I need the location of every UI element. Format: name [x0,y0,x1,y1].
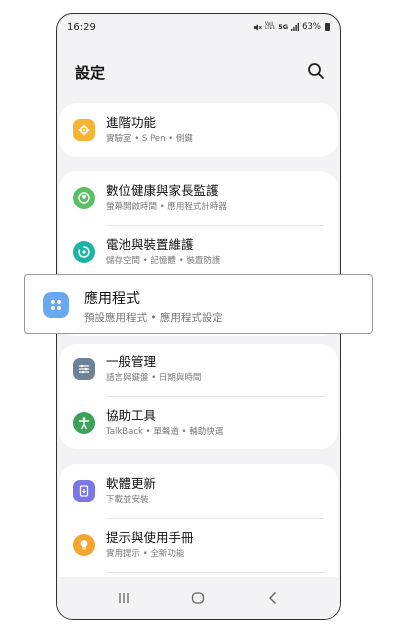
item-title: 提示與使用手冊 [106,530,194,545]
signal-icon [291,23,300,31]
status-bar: 16:29 Vol) LTE1 5G 63% [57,14,340,40]
item-title: 應用程式 [84,291,140,307]
item-subtitle: 實用提示 • 全新功能 [106,549,185,559]
back-icon [268,592,276,604]
lightbulb-icon [73,534,95,556]
settings-item-battery-care[interactable]: 電池與裝置維護 儲存空間 • 記憶體 • 裝置防護 [59,225,338,279]
item-subtitle: TalkBack • 單聲道 • 輔助快選 [106,427,224,437]
item-title: 電池與裝置維護 [106,237,194,252]
recent-apps-button[interactable] [109,583,139,613]
item-title: 進階功能 [106,115,157,130]
item-subtitle: 預設應用程式 • 應用程式設定 [84,312,223,324]
page-title: 設定 [75,64,106,82]
item-subtitle: 實驗室 • S Pen • 側鍵 [106,134,193,144]
item-title: 數位健康與家長監護 [106,183,219,198]
battery-icon [325,23,330,31]
digital-wellbeing-icon [73,187,95,209]
home-icon [192,592,205,604]
apps-icon [43,292,69,318]
network-indicator: Vol) LTE1 [264,21,276,31]
recent-apps-icon [119,593,129,603]
settings-item-apps[interactable]: 應用程式 預設應用程式 • 應用程式設定 [24,274,373,334]
settings-item-software-update[interactable]: 軟體更新 下載並安裝 [59,464,338,518]
navigation-bar [57,577,340,619]
back-button[interactable] [258,583,288,613]
item-subtitle: 語言與鍵盤 • 日期與時間 [106,373,202,383]
item-title: 一般管理 [106,354,157,369]
settings-item-digital-wellbeing[interactable]: 數位健康與家長監護 螢幕開啟時間 • 應用程式計時器 [59,171,338,225]
settings-card-advanced: 進階功能 實驗室 • S Pen • 側鍵 [59,103,338,157]
item-subtitle: 螢幕開啟時間 • 應用程式計時器 [106,202,227,212]
search-icon[interactable] [306,61,326,81]
settings-card-general: 一般管理 語言與鍵盤 • 日期與時間 協助工具 TalkBack • 單聲道 •… [59,344,338,449]
software-update-icon [73,480,95,502]
item-title: 協助工具 [106,408,157,423]
advanced-features-icon [73,119,95,141]
sliders-icon [73,358,95,380]
device-care-icon [73,241,95,263]
accessibility-icon [73,412,95,434]
item-subtitle: 下載並安裝 [106,495,149,505]
status-time: 16:29 [67,21,96,33]
mute-icon [253,23,262,31]
settings-item-advanced-features[interactable]: 進階功能 實驗室 • S Pen • 側鍵 [59,103,338,157]
settings-item-general-management[interactable]: 一般管理 語言與鍵盤 • 日期與時間 [59,342,338,396]
settings-item-tips[interactable]: 提示與使用手冊 實用提示 • 全新功能 [59,518,338,572]
network-type: 5G [278,23,289,31]
battery-percent: 63% [302,22,321,32]
status-icons: Vol) LTE1 5G 63% [253,22,330,32]
divider [106,572,324,573]
item-title: 軟體更新 [106,476,157,491]
home-button[interactable] [183,583,213,613]
settings-item-accessibility[interactable]: 協助工具 TalkBack • 單聲道 • 輔助快選 [59,396,338,450]
item-subtitle: 儲存空間 • 記憶體 • 裝置防護 [106,256,221,266]
